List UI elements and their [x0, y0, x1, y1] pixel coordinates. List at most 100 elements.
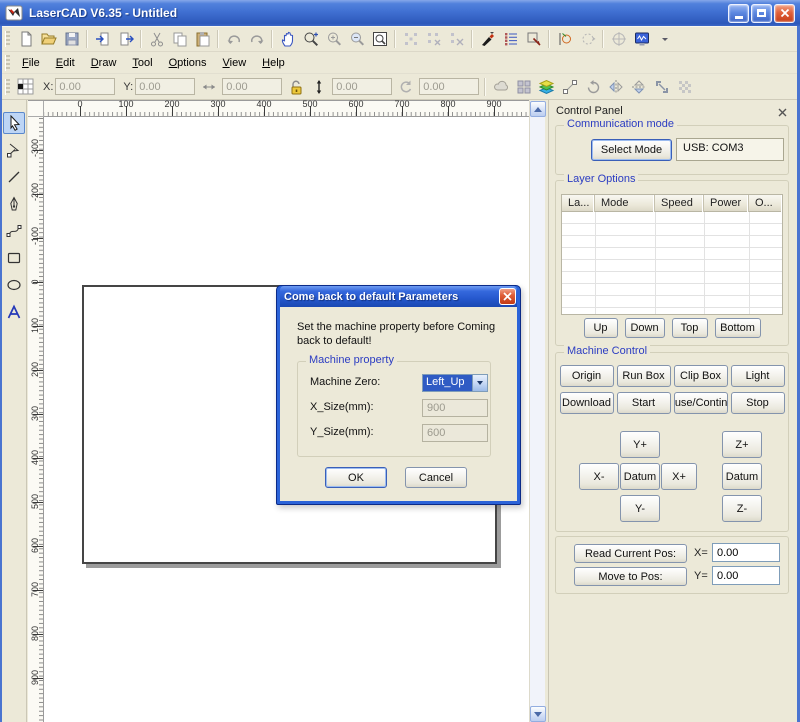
height-input[interactable]	[332, 78, 392, 95]
layer-table[interactable]: La... Mode Speed Power O...	[561, 194, 783, 315]
jog-y-minus-button[interactable]: Y-	[620, 495, 660, 522]
pick-pen-button[interactable]	[476, 28, 499, 50]
layer-top-button[interactable]: Top	[672, 318, 708, 338]
layer-down-button[interactable]: Down	[625, 318, 665, 338]
lock-open-icon[interactable]	[284, 76, 307, 98]
datum-z-button[interactable]: Datum	[722, 463, 762, 490]
menu-help[interactable]: Help	[254, 53, 293, 72]
preview-monitor-button[interactable]	[630, 28, 653, 50]
cut-button[interactable]	[145, 28, 168, 50]
menu-draw[interactable]: Draw	[83, 53, 125, 72]
menu-file[interactable]: File	[14, 53, 48, 72]
move-to-pos-button[interactable]: Move to Pos:	[574, 567, 687, 586]
toolbar-grip[interactable]	[5, 31, 10, 47]
rotate-input[interactable]	[419, 78, 479, 95]
minimize-button[interactable]	[728, 4, 749, 23]
zoom-dynamic-button[interactable]	[299, 28, 322, 50]
x-coordinate-input[interactable]	[55, 78, 115, 95]
control-panel-close-button[interactable]	[776, 106, 788, 118]
ellipse-tool-button[interactable]	[3, 274, 25, 296]
layer-bottom-button[interactable]: Bottom	[715, 318, 761, 338]
mirror-horizontal-button[interactable]	[604, 76, 627, 98]
pos-y-input[interactable]	[712, 566, 780, 585]
menubar-grip[interactable]	[5, 55, 10, 71]
array-copy-button[interactable]	[399, 28, 422, 50]
start-button[interactable]: Start	[617, 392, 671, 414]
node-edit-button[interactable]	[558, 76, 581, 98]
property-toolbar-grip[interactable]	[5, 79, 10, 95]
jog-x-plus-button[interactable]: X+	[661, 463, 697, 490]
menu-options[interactable]: Options	[161, 53, 215, 72]
menu-edit[interactable]: Edit	[48, 53, 83, 72]
column-header-layer[interactable]: La...	[562, 195, 595, 212]
zoom-page-button[interactable]	[368, 28, 391, 50]
zoom-in-button[interactable]	[322, 28, 345, 50]
datum-xy-button[interactable]: Datum	[620, 463, 660, 490]
jog-y-plus-button[interactable]: Y+	[620, 431, 660, 458]
scroll-up-button[interactable]	[530, 101, 546, 117]
weld-button[interactable]	[489, 76, 512, 98]
pause-continue-button[interactable]: Pause/Continue	[674, 392, 728, 414]
export-button[interactable]	[114, 28, 137, 50]
column-header-mode[interactable]: Mode	[595, 195, 655, 212]
y-coordinate-input[interactable]	[135, 78, 195, 95]
mirror-vertical-button[interactable]	[627, 76, 650, 98]
rectangle-tool-button[interactable]	[3, 247, 25, 269]
new-button[interactable]	[14, 28, 37, 50]
jog-x-minus-button[interactable]: X-	[579, 463, 619, 490]
node-circle-button[interactable]	[553, 28, 576, 50]
maximize-button[interactable]	[751, 4, 772, 23]
save-button[interactable]	[60, 28, 83, 50]
layers-button[interactable]	[535, 76, 558, 98]
menu-view[interactable]: View	[215, 53, 255, 72]
laser-origin-button[interactable]	[607, 28, 630, 50]
column-header-speed[interactable]: Speed	[655, 195, 704, 212]
array-cut-button[interactable]	[422, 28, 445, 50]
light-button[interactable]: Light	[731, 365, 785, 387]
cancel-button[interactable]: Cancel	[405, 467, 467, 488]
pick-zoom-button[interactable]	[522, 28, 545, 50]
scroll-down-button[interactable]	[530, 706, 546, 722]
layer-up-button[interactable]: Up	[584, 318, 618, 338]
toolbar-more-button[interactable]	[653, 28, 676, 50]
menu-tool[interactable]: Tool	[124, 53, 160, 72]
text-tool-button[interactable]	[3, 301, 25, 323]
resize-button[interactable]	[650, 76, 673, 98]
layer-list-button[interactable]	[499, 28, 522, 50]
undo-button[interactable]	[222, 28, 245, 50]
vertical-scrollbar[interactable]	[529, 101, 545, 722]
pattern-fill-button[interactable]	[673, 76, 696, 98]
pan-button[interactable]	[276, 28, 299, 50]
group-grid-button[interactable]	[512, 76, 535, 98]
column-header-power[interactable]: Power	[704, 195, 749, 212]
width-input[interactable]	[222, 78, 282, 95]
download-button[interactable]: Download	[560, 392, 614, 414]
rotate-object-button[interactable]	[581, 76, 604, 98]
bezier-tool-button[interactable]	[3, 220, 25, 242]
paste-button[interactable]	[191, 28, 214, 50]
jog-z-minus-button[interactable]: Z-	[722, 495, 762, 522]
line-tool-button[interactable]	[3, 166, 25, 188]
jog-z-plus-button[interactable]: Z+	[722, 431, 762, 458]
origin-button[interactable]: Origin	[560, 365, 614, 387]
clip-box-button[interactable]: Clip Box	[674, 365, 728, 387]
combobox-dropdown-button[interactable]	[472, 375, 487, 391]
select-mode-button[interactable]: Select Mode	[591, 139, 672, 161]
import-button[interactable]	[91, 28, 114, 50]
ok-button[interactable]: OK	[325, 467, 387, 488]
copy-button[interactable]	[168, 28, 191, 50]
dialog-close-button[interactable]	[499, 288, 516, 305]
open-button[interactable]	[37, 28, 60, 50]
select-tool-button[interactable]	[3, 112, 25, 134]
pen-tool-button[interactable]	[3, 193, 25, 215]
zoom-out-button[interactable]	[345, 28, 368, 50]
close-button[interactable]	[774, 4, 795, 23]
read-current-pos-button[interactable]: Read Current Pos:	[574, 544, 687, 563]
anchor-grid-icon[interactable]	[14, 76, 37, 98]
node-edit-tool-button[interactable]	[3, 139, 25, 161]
array-delete-button[interactable]	[445, 28, 468, 50]
simulate-rotate-button[interactable]	[576, 28, 599, 50]
machine-zero-combobox[interactable]: Left_Up	[422, 374, 488, 392]
pos-x-input[interactable]	[712, 543, 780, 562]
run-box-button[interactable]: Run Box	[617, 365, 671, 387]
